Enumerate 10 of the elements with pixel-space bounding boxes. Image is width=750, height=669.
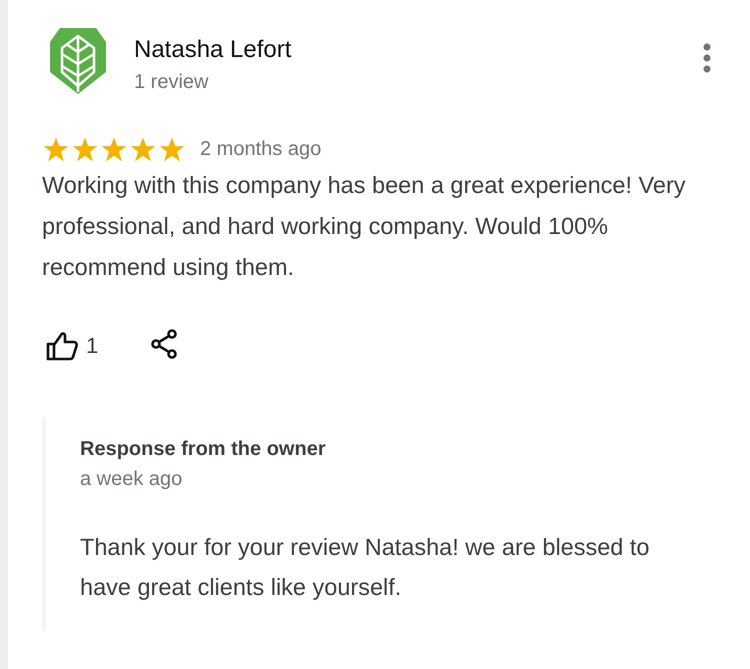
response-heading: Response from the owner bbox=[80, 437, 327, 461]
leaf-logo-icon bbox=[50, 28, 106, 94]
like-button[interactable]: 1 bbox=[46, 330, 98, 360]
more-options-icon[interactable] bbox=[702, 42, 712, 74]
response-text: Thank your for your review Natasha! we are blessed to have great clients like yourself. bbox=[80, 533, 650, 602]
review-text: Working with this company has been a great experience! Very professional, and hard working company. Would 100% recommend using them. bbox=[42, 171, 687, 282]
reviewer-name[interactable]: Natasha Lefort bbox=[134, 36, 292, 64]
review-count: 1 review bbox=[134, 70, 210, 94]
response-time: a week ago bbox=[80, 467, 184, 491]
review-time: 2 months ago bbox=[200, 138, 322, 161]
